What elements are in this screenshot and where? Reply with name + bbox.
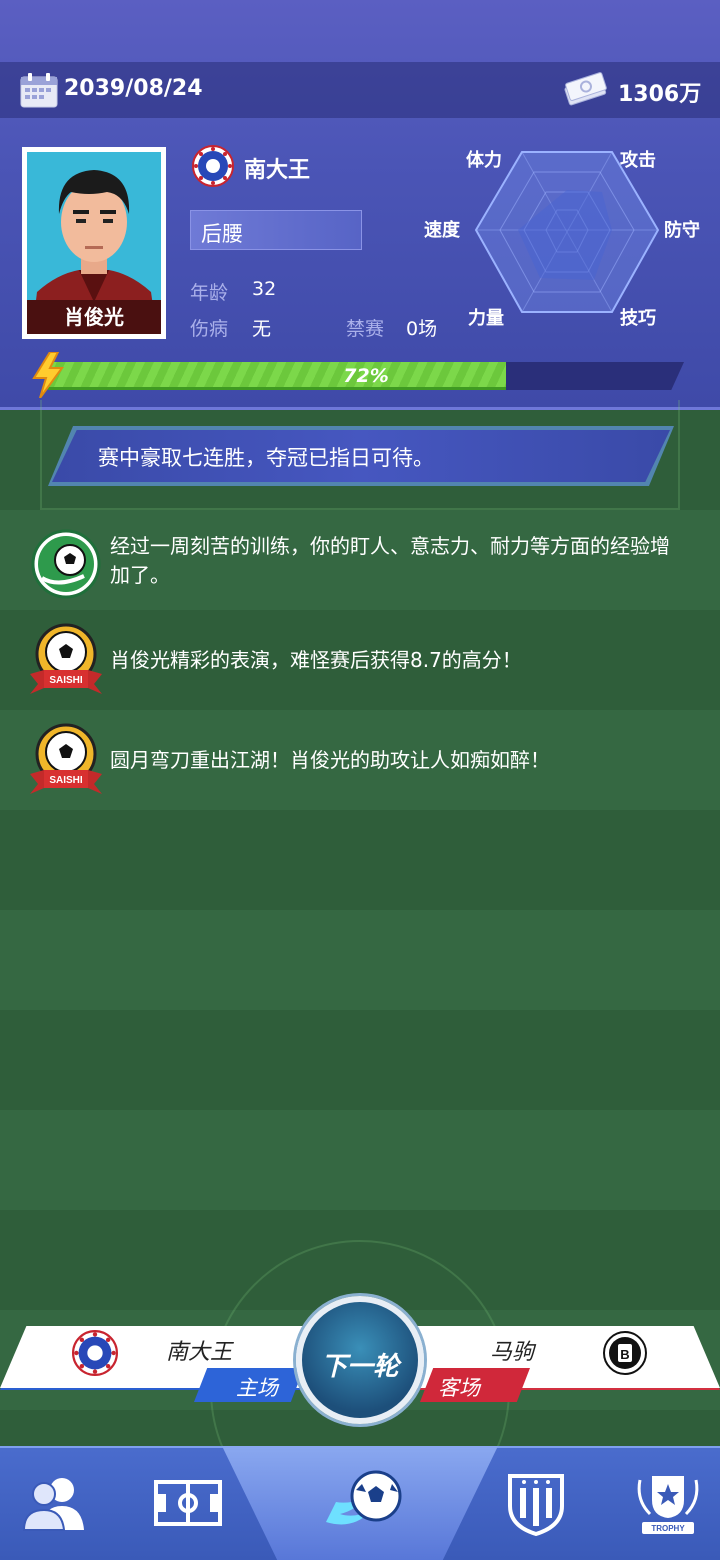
position-label: 后腰 bbox=[201, 222, 243, 246]
match-icon[interactable] bbox=[322, 1460, 406, 1540]
trophy-icon[interactable]: TROPHY bbox=[632, 1470, 704, 1536]
cash-icon bbox=[564, 72, 607, 106]
club-name: 南大王 bbox=[244, 158, 311, 183]
injury-value: 无 bbox=[252, 318, 272, 340]
injury-label: 伤病 bbox=[190, 318, 229, 340]
energy-bar: 72% bbox=[48, 362, 684, 390]
position-badge: 后腰 bbox=[190, 210, 362, 250]
list-item[interactable]: 经过一周刻苦的训练，你的盯人、意志力、耐力等方面的经验增加了。 bbox=[0, 508, 720, 608]
training-ball-icon bbox=[31, 529, 101, 599]
next-round-label: 下一轮 bbox=[320, 1352, 399, 1382]
saishi-badge-icon: SAISHI bbox=[30, 623, 102, 694]
away-tag-label: 客场 bbox=[438, 1376, 480, 1400]
svg-text:B: B bbox=[620, 1347, 629, 1362]
list-item[interactable]: SAISHI 圆月弯刀重出江湖！肖俊光的助攻让人如痴如醉！ bbox=[0, 710, 720, 810]
list-item[interactable]: SAISHI 肖俊光精彩的表演，难怪赛后获得8.7的高分！ bbox=[0, 610, 720, 710]
club-badge-icon bbox=[192, 145, 234, 187]
energy-text: 72% bbox=[343, 365, 389, 387]
home-tag-label: 主场 bbox=[236, 1376, 278, 1400]
away-club-badge-icon: B bbox=[603, 1331, 647, 1375]
age-label: 年龄 bbox=[190, 282, 229, 304]
away-team-name: 马驹 bbox=[490, 1340, 535, 1365]
pitch-icon[interactable] bbox=[152, 1470, 224, 1536]
radar-label-strength: 力量 bbox=[468, 308, 504, 329]
saishi-text: SAISHI bbox=[49, 775, 83, 786]
home-team-name: 南大王 bbox=[166, 1340, 233, 1365]
player-name: 肖俊光 bbox=[27, 300, 161, 334]
radar-label-skill: 技巧 bbox=[620, 308, 656, 329]
radar-label-stamina: 体力 bbox=[466, 150, 502, 171]
calendar-icon bbox=[20, 73, 58, 108]
club-icon[interactable] bbox=[500, 1470, 572, 1536]
feed-text: 圆月弯刀重出江湖！肖俊光的助攻让人如痴如醉！ bbox=[110, 748, 550, 772]
next-round-button[interactable]: 下一轮 bbox=[296, 1296, 424, 1424]
age-value: 32 bbox=[252, 278, 277, 300]
saishi-badge-icon: SAISHI bbox=[30, 723, 102, 794]
radar-label-attack: 攻击 bbox=[620, 150, 656, 171]
money-amount: 1306万 bbox=[618, 82, 702, 107]
radar-label-defense: 防守 bbox=[664, 220, 700, 241]
news-banner-text: 赛中豪取七连胜，夺冠已指日可待。 bbox=[98, 446, 434, 470]
lightning-icon bbox=[32, 352, 64, 398]
game-date: 2039/08/24 bbox=[64, 76, 203, 101]
player-portrait[interactable]: 肖俊光 bbox=[22, 147, 166, 339]
attribute-radar: 体力 攻击 速度 防守 力量 技巧 bbox=[412, 130, 712, 340]
feed-text: 经过一周刻苦的训练，你的盯人、意志力、耐力等方面的经验增加了。 bbox=[110, 534, 670, 587]
trophy-text: TROPHY bbox=[651, 1524, 685, 1533]
team-icon[interactable] bbox=[18, 1470, 90, 1536]
ban-label: 禁赛 bbox=[346, 318, 385, 340]
saishi-text: SAISHI bbox=[49, 675, 83, 686]
radar-label-speed: 速度 bbox=[424, 220, 460, 241]
home-club-badge-icon bbox=[72, 1330, 118, 1376]
feed-text: 肖俊光精彩的表演，难怪赛后获得8.7的高分！ bbox=[110, 648, 522, 672]
avatar: 肖俊光 bbox=[27, 152, 161, 334]
